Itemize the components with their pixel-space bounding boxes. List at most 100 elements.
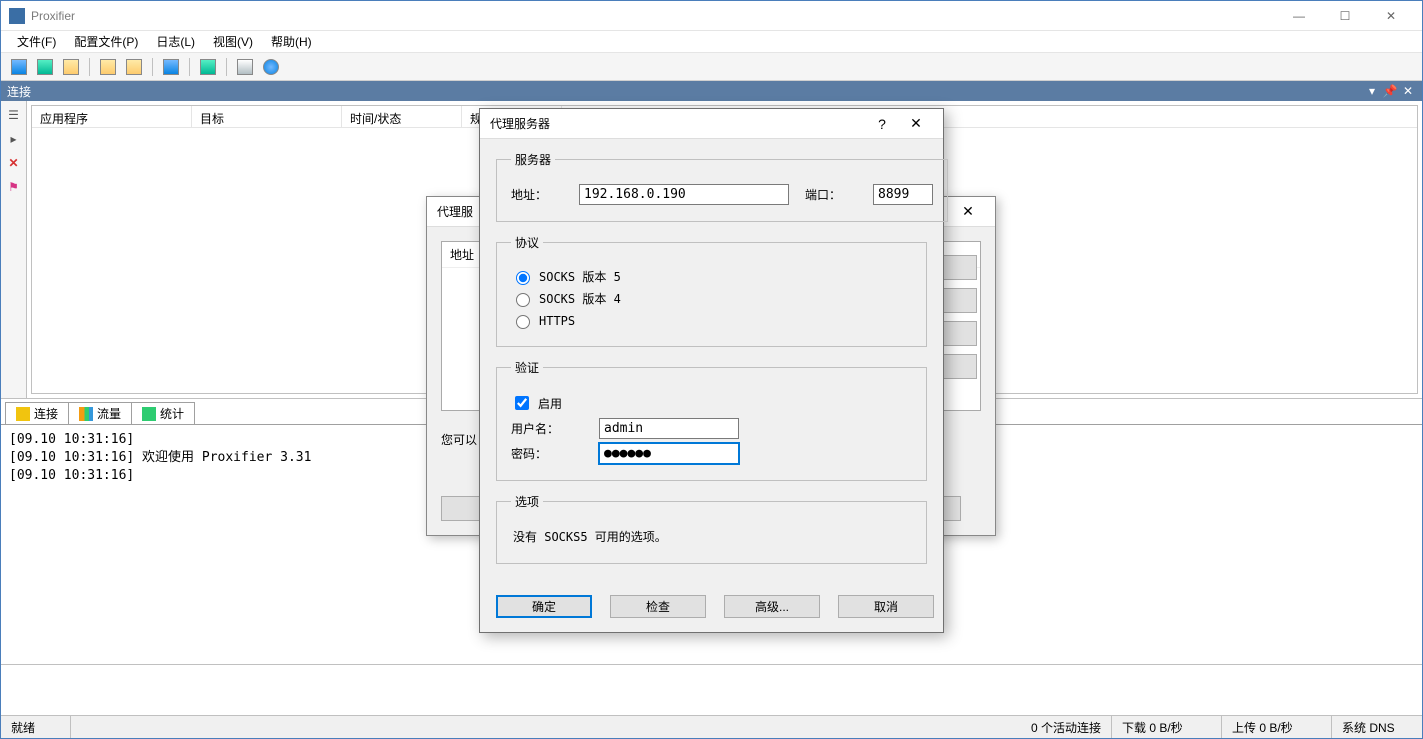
auth-group: 验证 启用 用户名： 密码： [496,359,927,481]
proxy-servers-icon [11,59,27,75]
options-text: 没有 SOCKS5 可用的选项。 [511,522,912,551]
col-target[interactable]: 目标 [192,106,342,127]
port-label: 端口： [805,186,865,203]
dock-header: 连接 ▾ 📌 ✕ [1,81,1422,101]
list-view-icon[interactable]: ☰ [4,105,24,125]
traffic-tab-icon [79,407,93,421]
radio-socks4-label: SOCKS 版本 4 [539,290,621,307]
dns-icon [63,59,79,75]
left-toolbar: ☰ ▸ ✕ ⚑ [1,101,27,398]
radio-socks4-input[interactable] [516,293,530,307]
radio-socks5-label: SOCKS 版本 5 [539,268,621,285]
toolbar-separator [226,58,227,76]
cancel-button[interactable]: 取消 [838,595,934,618]
dock-title: 连接 [7,83,31,100]
dialog-titlebar[interactable]: 代理服务器 ? ✕ [480,109,943,139]
auth-group-legend: 验证 [511,359,543,376]
protocol-group-legend: 协议 [511,234,543,251]
col-application[interactable]: 应用程序 [32,106,192,127]
auth-enable-label: 启用 [538,395,562,412]
app-icon [9,8,25,24]
close-button[interactable]: ✕ [1368,1,1414,31]
auth-enable-row: 启用 [511,393,912,413]
radio-socks5-input[interactable] [516,271,530,285]
tab-connections-label: 连接 [34,405,58,422]
radio-https-label: HTTPS [539,314,575,328]
status-active-connections: 0 个活动连接 [972,716,1112,738]
ok-button[interactable]: 确定 [496,595,592,618]
protocol-group: 协议 SOCKS 版本 5 SOCKS 版本 4 HTTPS [496,234,927,347]
dock-pin-icon[interactable]: 📌 [1382,83,1398,99]
maximize-button[interactable]: ☐ [1322,1,1368,31]
toolbar-btn-1[interactable] [7,56,31,78]
status-download: 下载 0 B/秒 [1112,716,1222,738]
dialog-body: 服务器 地址： 端口： 协议 SOCKS 版本 5 SOCKS 版本 4 [480,139,943,632]
rules-icon [37,59,53,75]
tab-connections[interactable]: 连接 [5,402,69,424]
address-input[interactable] [579,184,789,205]
radio-socks5[interactable]: SOCKS 版本 5 [511,268,912,285]
protocol-radios: SOCKS 版本 5 SOCKS 版本 4 HTTPS [511,268,912,329]
tab-stats-label: 统计 [160,405,184,422]
status-sysdns: 系统 DNS [1332,716,1422,738]
flag-icon[interactable]: ⚑ [4,177,24,197]
toolbar-btn-3[interactable] [59,56,83,78]
dialog-help-icon[interactable]: ? [865,110,899,138]
radio-https[interactable]: HTTPS [511,312,912,329]
save-icon [163,59,179,75]
options-group-legend: 选项 [511,493,543,510]
server-group-legend: 服务器 [511,151,555,168]
server-row: 地址： 端口： [511,184,933,205]
proxy-server-settings-dialog: 代理服务器 ? ✕ 服务器 地址： 端口： 协议 SOCKS 版本 5 [479,108,944,633]
tab-traffic-label: 流量 [97,405,121,422]
toolbar-separator [152,58,153,76]
delete-x-icon[interactable]: ✕ [4,153,24,173]
username-row: 用户名： [511,418,912,439]
menu-view[interactable]: 视图(V) [205,31,261,52]
tab-traffic[interactable]: 流量 [68,402,132,424]
menu-help[interactable]: 帮助(H) [263,31,320,52]
minimize-button[interactable]: — [1276,1,1322,31]
bg-dialog-close-icon[interactable]: ✕ [951,198,985,226]
toolbar-btn-4[interactable] [96,56,120,78]
toolbar [1,53,1422,81]
menu-log[interactable]: 日志(L) [148,31,203,52]
toolbar-btn-2[interactable] [33,56,57,78]
toolbar-btn-5[interactable] [122,56,146,78]
password-row: 密码： [511,443,912,464]
check-button[interactable]: 检查 [610,595,706,618]
print-icon [237,59,253,75]
radio-socks4[interactable]: SOCKS 版本 4 [511,290,912,307]
menu-profile[interactable]: 配置文件(P) [66,31,146,52]
play-icon[interactable]: ▸ [4,129,24,149]
menu-file[interactable]: 文件(F) [9,31,64,52]
help-icon [263,59,279,75]
password-label: 密码： [511,445,571,462]
toolbar-btn-6[interactable] [159,56,183,78]
address-label: 地址： [511,186,571,203]
port-input[interactable] [873,184,933,205]
password-input[interactable] [599,443,739,464]
status-upload: 上传 0 B/秒 [1222,716,1332,738]
toolbar-btn-7[interactable] [196,56,220,78]
dock-close-icon[interactable]: ✕ [1400,83,1416,99]
auth-enable-checkbox[interactable]: 启用 [511,393,912,413]
dialog-title: 代理服务器 [490,115,550,132]
toolbar-separator [189,58,190,76]
username-input[interactable] [599,418,739,439]
server-group: 服务器 地址： 端口： [496,151,948,222]
titlebar: Proxifier — ☐ ✕ [1,1,1422,31]
radio-https-input[interactable] [516,315,530,329]
dialog-close-icon[interactable]: ✕ [899,110,933,138]
col-time-status[interactable]: 时间/状态 [342,106,462,127]
auth-enable-input[interactable] [515,396,529,410]
lock-open-icon [100,59,116,75]
export-icon [200,59,216,75]
dock-dropdown-icon[interactable]: ▾ [1364,83,1380,99]
statusbar: 就绪 0 个活动连接 下载 0 B/秒 上传 0 B/秒 系统 DNS [1,715,1422,738]
advanced-button[interactable]: 高级... [724,595,820,618]
toolbar-btn-8[interactable] [233,56,257,78]
toolbar-btn-9[interactable] [259,56,283,78]
menubar: 文件(F) 配置文件(P) 日志(L) 视图(V) 帮助(H) [1,31,1422,53]
tab-stats[interactable]: 统计 [131,402,195,424]
